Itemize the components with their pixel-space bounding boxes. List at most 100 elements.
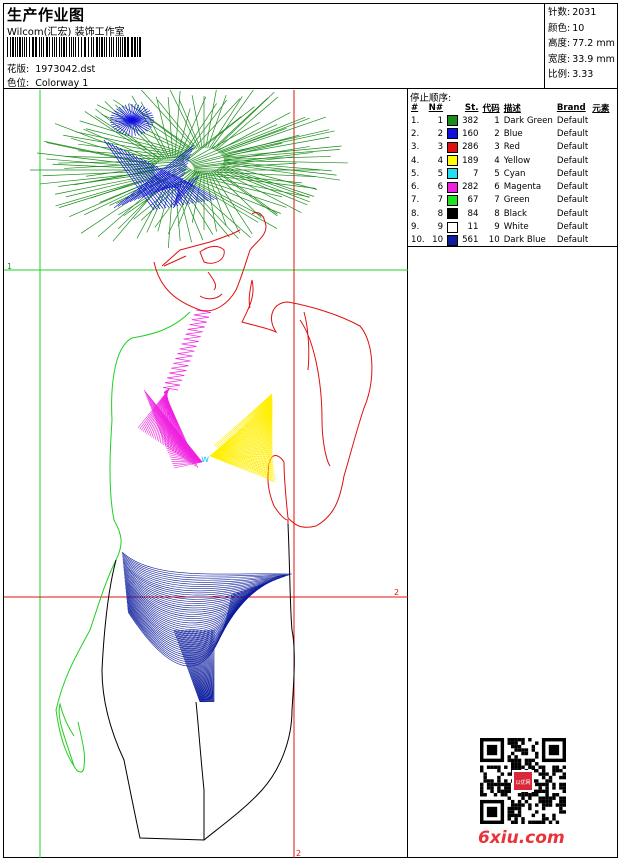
barcode: [7, 37, 141, 57]
page-title: 生产作业图: [7, 6, 85, 24]
col-needle: N#: [428, 102, 444, 113]
row-code: 3: [494, 142, 500, 153]
row-index: 6.: [411, 182, 420, 193]
row-code: 5: [494, 168, 500, 179]
color-swatch: [447, 194, 459, 206]
row-index: 3.: [411, 142, 420, 153]
col-code: 代码: [482, 103, 500, 114]
color-swatch: [447, 115, 459, 127]
row-brand: Default: [556, 208, 589, 219]
row-needle: 1: [437, 115, 444, 126]
row-needle: 4: [437, 155, 444, 166]
table-row: 10. 10 561 10 Dark Blue Default: [409, 234, 611, 247]
row-element: [590, 234, 611, 247]
row-stitches: 561: [462, 235, 479, 246]
row-description: Green: [503, 195, 530, 206]
colorway: 色位: Colorway 1: [7, 78, 89, 89]
bra-right-cup-stitches: [209, 393, 277, 483]
bra-left-cup-stitches: [137, 387, 203, 469]
stat-stitches: 针数: 2031: [548, 7, 597, 18]
row-swatch: [445, 141, 460, 154]
table-header-row: # N# St. 代码 描述 Brand 元素: [409, 101, 611, 114]
row-code: 6: [494, 182, 500, 193]
briefs-stitches: [121, 551, 293, 703]
row-stitches: 160: [462, 128, 479, 139]
row-code: 2: [494, 128, 500, 139]
row-needle: 2: [437, 128, 444, 139]
row-needle: 8: [437, 208, 444, 219]
color-swatch: [447, 208, 459, 220]
design-file: 花版: 1973042.dst: [7, 64, 96, 75]
row-stitches: 282: [462, 182, 479, 193]
row-needle: 6: [437, 182, 444, 193]
row-code: 8: [494, 208, 500, 219]
row-needle: 9: [437, 222, 444, 233]
row-description: Dark Blue: [503, 235, 546, 246]
row-code: 9: [494, 222, 500, 233]
col-stitches: St.: [464, 102, 479, 113]
bra-center-cyan: w: [201, 454, 209, 465]
row-element: [590, 180, 611, 193]
row-stitches: 286: [462, 142, 479, 153]
row-code: 1: [494, 115, 500, 126]
row-stitches: 189: [462, 155, 479, 166]
table-row: 4. 4 189 4 Yellow Default: [409, 154, 611, 167]
row-code: 7: [494, 195, 500, 206]
row-description: Magenta: [503, 182, 542, 193]
guide-label-v2: 2: [296, 849, 301, 858]
row-description: White: [503, 222, 529, 233]
color-swatch: [447, 128, 459, 140]
color-swatch: [447, 234, 459, 246]
stat-height: 高度: 77.2 mm: [548, 38, 615, 49]
row-brand: Default: [556, 128, 589, 139]
row-index: 1.: [411, 115, 420, 126]
col-element: 元素: [592, 103, 610, 114]
table-row: 1. 1 382 1 Dark Green Default: [409, 114, 611, 127]
row-needle: 3: [437, 142, 444, 153]
row-description: Yellow: [503, 155, 531, 166]
row-element: [590, 114, 611, 127]
row-swatch: [445, 207, 460, 220]
svg-text:以优网: 以优网: [515, 779, 530, 786]
row-description: Red: [503, 142, 521, 153]
color-swatch: [447, 168, 459, 180]
row-brand: Default: [556, 168, 589, 179]
table-row: 5. 5 7 5 Cyan Default: [409, 167, 611, 180]
row-stitches: 67: [467, 195, 479, 206]
watermark-site: 6xiu.com: [478, 828, 565, 848]
row-swatch: [445, 194, 460, 207]
row-description: Black: [503, 208, 527, 219]
row-brand: Default: [556, 155, 589, 166]
row-brand: Default: [556, 222, 589, 233]
row-needle: 5: [437, 168, 444, 179]
row-swatch: [445, 127, 460, 140]
row-index: 5.: [411, 168, 420, 179]
divider-header-stats: [544, 3, 545, 88]
row-brand: Default: [556, 195, 589, 206]
row-code: 4: [494, 155, 500, 166]
row-index: 7.: [411, 195, 420, 206]
row-index: 8.: [411, 208, 420, 219]
company-name: Wilcom(汇宏) 装饰工作室: [7, 27, 125, 38]
row-code: 10: [488, 235, 500, 246]
row-element: [590, 141, 611, 154]
color-swatch: [447, 181, 459, 193]
row-index: 4.: [411, 155, 420, 166]
stat-colors: 颜色: 10: [548, 22, 585, 34]
row-index: 9.: [411, 222, 420, 233]
color-swatch: [447, 155, 459, 167]
row-description: Blue: [503, 128, 523, 139]
row-swatch: [445, 154, 460, 167]
row-element: [590, 127, 611, 140]
stitch-stats: 针数: 2031 颜色: 10 高度: 77.2 mm 宽度: 33.9 mm 比例: 3…: [548, 5, 615, 83]
neck-strap-stitches: [162, 309, 212, 391]
row-element: [590, 167, 611, 180]
row-brand: Default: [556, 142, 589, 153]
row-description: Cyan: [503, 168, 526, 179]
col-brand: Brand: [556, 102, 586, 113]
row-index: 10.: [411, 235, 425, 246]
row-index: 2.: [411, 128, 420, 139]
row-stitches: 7: [473, 168, 479, 179]
stat-width: 宽度: 33.9 mm: [548, 53, 615, 65]
torso-outline-left: [55, 311, 191, 773]
